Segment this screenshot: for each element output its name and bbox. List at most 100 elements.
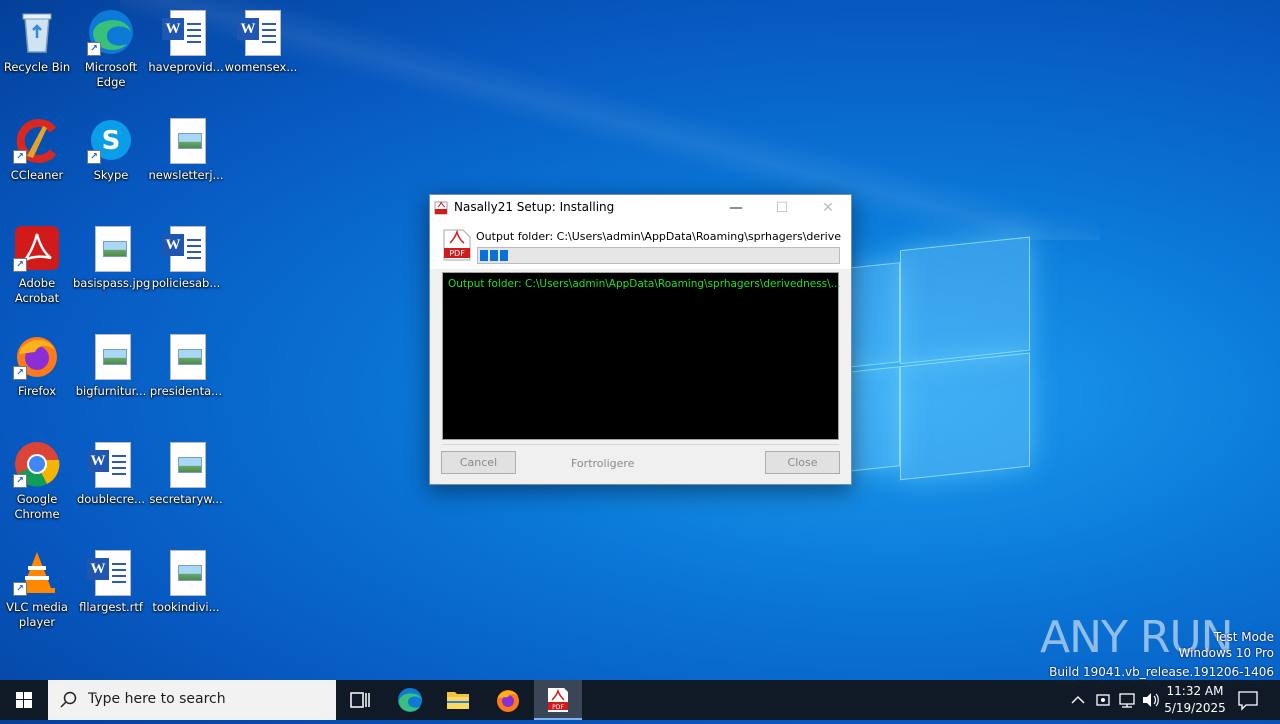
chrome-icon: ↗ bbox=[13, 440, 61, 488]
desktop-icon-tookindivi[interactable]: tookindivi... bbox=[148, 542, 224, 615]
desktop-icon-label: Adobe Acrobat bbox=[14, 276, 60, 305]
image-file-icon bbox=[87, 332, 135, 380]
desktop-icon-label: haveprovid... bbox=[148, 60, 224, 74]
install-log-console[interactable]: Output folder: C:\Users\admin\AppData\Ro… bbox=[442, 272, 841, 440]
desktop-icon-label: newsletterj... bbox=[148, 168, 224, 182]
minimize-button[interactable]: — bbox=[713, 195, 759, 221]
dialog-titlebar[interactable]: Nasally21 Setup: Installing — ☐ ✕ bbox=[430, 195, 851, 221]
task-view-icon bbox=[350, 692, 370, 708]
desktop-icon-haveprovid[interactable]: W haveprovid... bbox=[148, 2, 224, 75]
desktop-icon-presidenta[interactable]: presidenta... bbox=[148, 326, 224, 399]
taskbar-installer[interactable]: PDF bbox=[534, 680, 582, 720]
close-window-button[interactable]: ✕ bbox=[805, 195, 851, 221]
desktop-icon-label: CCleaner bbox=[10, 168, 64, 182]
shortcut-arrow-icon: ↗ bbox=[13, 582, 27, 596]
shortcut-arrow-icon: ↗ bbox=[13, 150, 27, 164]
shortcut-arrow-icon: ↗ bbox=[13, 474, 27, 488]
start-button[interactable] bbox=[0, 680, 48, 720]
test-mode-text: Test Mode bbox=[1213, 630, 1274, 644]
taskbar: Type here to search PDF 11:32 AM 5/19/20… bbox=[0, 680, 1280, 720]
pdf-app-icon: PDF bbox=[548, 688, 568, 712]
edge-icon: ↗ bbox=[87, 8, 135, 56]
image-file-icon bbox=[162, 332, 210, 380]
desktop-icon-label: fllargest.rtf bbox=[79, 600, 143, 614]
desktop-icon-bigfurnitur[interactable]: bigfurnitur... bbox=[73, 326, 149, 399]
desktop-icon-label: Microsoft Edge bbox=[84, 60, 138, 89]
log-line: Output folder: C:\Users\admin\AppData\Ro… bbox=[448, 278, 841, 290]
shortcut-arrow-icon: ↗ bbox=[13, 366, 27, 380]
desktop-icon-adobe-acrobat[interactable]: ↗ Adobe Acrobat bbox=[0, 218, 75, 306]
shortcut-arrow-icon: ↗ bbox=[87, 42, 101, 56]
taskbar-search-box[interactable]: Type here to search bbox=[48, 680, 336, 720]
svg-text:PDF: PDF bbox=[552, 704, 564, 711]
maximize-button[interactable]: ☐ bbox=[759, 195, 805, 221]
desktop-icon-label: secretaryw... bbox=[149, 492, 223, 506]
word-document-icon: W bbox=[87, 548, 135, 596]
install-progress-bar bbox=[477, 247, 840, 264]
desktop-icon-label: doublecre... bbox=[76, 492, 146, 506]
desktop-icon-recycle-bin[interactable]: Recycle Bin bbox=[0, 2, 75, 75]
desktop-icon-doublecre[interactable]: W doublecre... bbox=[73, 434, 149, 507]
desktop-icon-label: Recycle Bin bbox=[3, 60, 71, 74]
network-button[interactable] bbox=[1116, 680, 1138, 720]
shortcut-arrow-icon: ↗ bbox=[13, 258, 27, 272]
word-document-icon: W bbox=[87, 440, 135, 488]
skype-icon: S ↗ bbox=[87, 116, 135, 164]
desktop-icon-label: policiesab... bbox=[151, 276, 221, 290]
separator bbox=[442, 444, 839, 445]
task-view-button[interactable] bbox=[336, 680, 384, 720]
word-document-icon: W bbox=[162, 8, 210, 56]
installer-dialog: Nasally21 Setup: Installing — ☐ ✕ PDF Ou… bbox=[429, 194, 852, 485]
dialog-title: Nasally21 Setup: Installing bbox=[454, 200, 615, 214]
adobe-acrobat-icon: ↗ bbox=[13, 224, 61, 272]
desktop-icon-fllargest[interactable]: W fllargest.rtf bbox=[73, 542, 149, 615]
windows-logo-wallpaper bbox=[850, 231, 1030, 490]
install-status-text: Output folder: C:\Users\admin\AppData\Ro… bbox=[476, 230, 841, 243]
desktop-icon-newsletterj[interactable]: newsletterj... bbox=[148, 110, 224, 183]
ccleaner-icon: ↗ bbox=[13, 116, 61, 164]
clock-time: 11:32 AM bbox=[1166, 684, 1224, 698]
desktop-icon-basispass[interactable]: basispass.jpg bbox=[73, 218, 151, 291]
desktop-icon-womensex[interactable]: W womensex... bbox=[223, 2, 299, 75]
search-placeholder: Type here to search bbox=[88, 691, 226, 707]
desktop-icon-skype[interactable]: S ↗ Skype bbox=[73, 110, 149, 183]
taskbar-clock[interactable]: 11:32 AM 5/19/2025 bbox=[1160, 683, 1230, 717]
desktop-icon-label: Firefox bbox=[17, 384, 57, 398]
desktop-icon-label: Skype bbox=[93, 168, 129, 182]
desktop-icon-vlc[interactable]: ↗ VLC media player bbox=[0, 542, 75, 630]
desktop-icon-label: basispass.jpg bbox=[73, 276, 151, 290]
vlc-icon: ↗ bbox=[13, 548, 61, 596]
progress-block bbox=[480, 250, 488, 261]
desktop-icon-label: Google Chrome bbox=[14, 492, 60, 521]
edge-icon bbox=[398, 688, 422, 712]
desktop-icon-ccleaner[interactable]: ↗ CCleaner bbox=[0, 110, 75, 183]
firefox-icon bbox=[497, 690, 519, 712]
desktop-icon-firefox[interactable]: ↗ Firefox bbox=[0, 326, 75, 399]
clock-date: 5/19/2025 bbox=[1164, 701, 1226, 715]
action-center-button[interactable] bbox=[1234, 680, 1262, 720]
chevron-up-icon bbox=[1071, 696, 1085, 704]
show-hidden-icons-button[interactable] bbox=[1068, 680, 1088, 720]
desktop-icon-google-chrome[interactable]: ↗ Google Chrome bbox=[0, 434, 75, 522]
word-document-icon: W bbox=[162, 224, 210, 272]
desktop-icon-microsoft-edge[interactable]: ↗ Microsoft Edge bbox=[73, 2, 149, 90]
desktop-icon-label: tookindivi... bbox=[152, 600, 220, 614]
desktop-icon-secretaryw[interactable]: secretaryw... bbox=[148, 434, 224, 507]
desktop-icon-label: womensex... bbox=[224, 60, 298, 74]
taskbar-edge[interactable] bbox=[386, 680, 434, 720]
recycle-bin-icon bbox=[13, 8, 61, 56]
tray-app-button[interactable] bbox=[1092, 680, 1114, 720]
volume-button[interactable] bbox=[1140, 680, 1162, 720]
build-text: Build 19041.vb_release.191206-1406 bbox=[1049, 665, 1274, 679]
close-button[interactable]: Close bbox=[765, 451, 840, 474]
desktop-icon-label: bigfurnitur... bbox=[75, 384, 147, 398]
firefox-icon: ↗ bbox=[13, 332, 61, 380]
cancel-button[interactable]: Cancel bbox=[441, 451, 516, 474]
notification-icon bbox=[1238, 691, 1258, 711]
desktop-icon-policiesab[interactable]: W policiesab... bbox=[148, 218, 224, 291]
taskbar-firefox[interactable] bbox=[484, 680, 532, 720]
progress-block bbox=[500, 250, 508, 261]
image-file-icon bbox=[162, 440, 210, 488]
taskbar-file-explorer[interactable] bbox=[434, 680, 482, 720]
image-file-icon bbox=[87, 224, 135, 272]
